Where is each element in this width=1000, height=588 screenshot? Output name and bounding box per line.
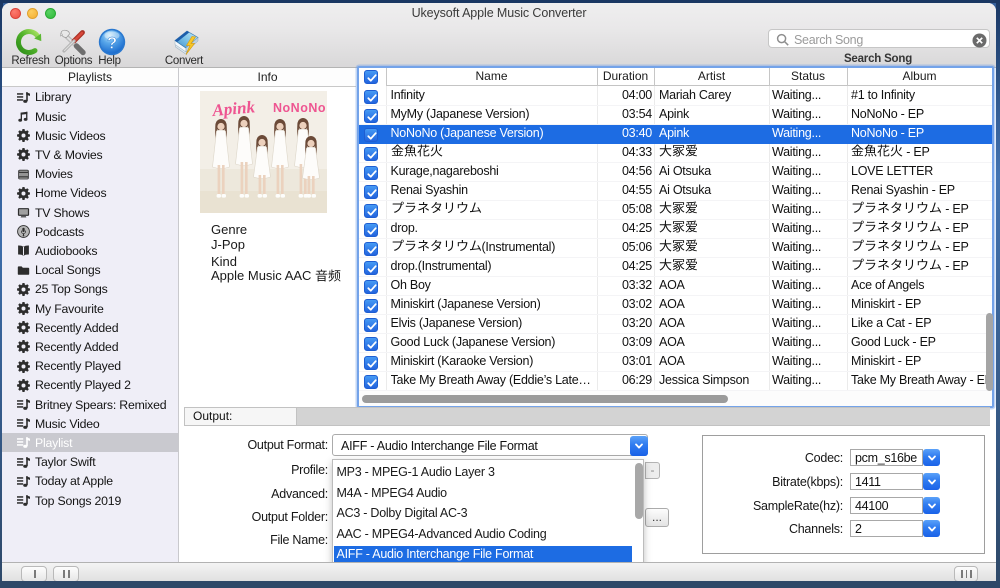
svg-text:Apink: Apink [211, 97, 257, 120]
svg-text:NoNoNo: NoNoNo [273, 101, 326, 115]
svg-text:?: ? [107, 35, 117, 53]
